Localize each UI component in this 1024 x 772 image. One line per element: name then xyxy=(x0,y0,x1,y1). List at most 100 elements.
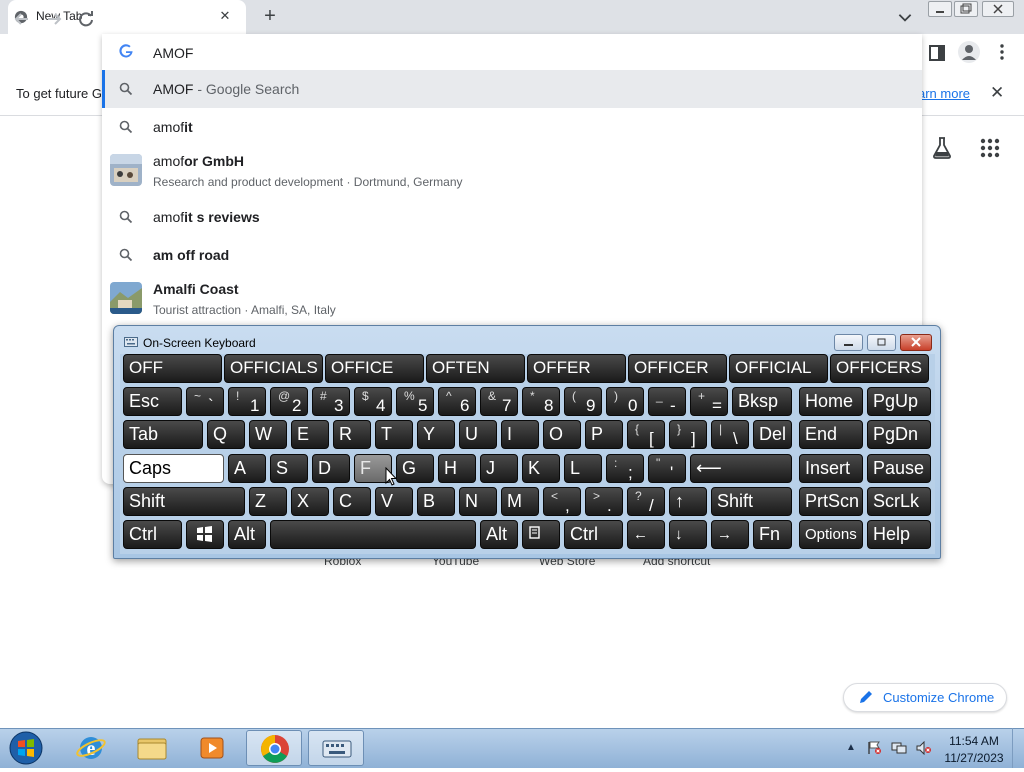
key-c[interactable]: C xyxy=(333,487,371,516)
word-prediction-key[interactable]: OFFICE xyxy=(325,354,424,383)
key-pgup[interactable]: PgUp xyxy=(867,387,931,416)
key-number[interactable]: ^ 6 xyxy=(438,387,476,416)
key-space[interactable] xyxy=(270,520,476,549)
word-prediction-key[interactable]: OFFICIALS xyxy=(224,354,323,383)
key-options[interactable]: Options xyxy=(799,520,863,549)
volume-muted-icon[interactable] xyxy=(916,741,932,755)
key-print-screen[interactable]: PrtScn xyxy=(799,487,863,516)
key-x[interactable]: X xyxy=(291,487,329,516)
new-tab-button[interactable]: + xyxy=(258,5,282,29)
key-number[interactable]: (9 xyxy=(564,387,602,416)
word-prediction-key[interactable]: OFTEN xyxy=(426,354,525,383)
osk-restore-button[interactable] xyxy=(867,334,896,351)
key-number[interactable]: #3 xyxy=(312,387,350,416)
key-number[interactable]: + = xyxy=(690,387,728,416)
taskbar-internet-explorer[interactable]: e xyxy=(63,730,119,766)
key-semicolon[interactable]: :; xyxy=(606,454,644,483)
key-help[interactable]: Help xyxy=(867,520,931,549)
taskbar-chrome[interactable] xyxy=(246,730,302,766)
start-button-windows-orb-icon[interactable] xyxy=(6,730,46,766)
key-backslash[interactable]: | \ xyxy=(711,420,749,449)
tab-search-chevron-icon[interactable] xyxy=(896,8,914,26)
word-prediction-key[interactable]: OFFICIAL xyxy=(729,354,828,383)
key-ctrl-right[interactable]: Ctrl xyxy=(564,520,623,549)
key-windows[interactable] xyxy=(186,520,224,549)
taskbar-on-screen-keyboard[interactable] xyxy=(308,730,364,766)
omnibox-input[interactable] xyxy=(153,44,653,62)
key-e[interactable]: E xyxy=(291,420,329,449)
key-pgdn[interactable]: PgDn xyxy=(867,420,931,449)
learn-more-link[interactable]: arn more xyxy=(918,86,970,101)
key-number[interactable]: ! 1 xyxy=(228,387,266,416)
key-number[interactable]: ) 0 xyxy=(606,387,644,416)
key-shift-left[interactable]: Shift xyxy=(123,487,245,516)
show-desktop-button[interactable] xyxy=(1012,728,1024,768)
key-arrow-left[interactable]: ← xyxy=(627,520,665,549)
side-panel-icon[interactable] xyxy=(928,44,946,62)
key-backspace[interactable]: Bksp xyxy=(732,387,792,416)
clock-time[interactable]: 11:54 AM xyxy=(946,734,1002,748)
key-j[interactable]: J xyxy=(480,454,518,483)
clock-date[interactable]: 11/27/2023 xyxy=(942,751,1006,765)
taskbar-file-explorer[interactable] xyxy=(124,730,180,766)
key-quote[interactable]: " ' xyxy=(648,454,686,483)
key-a[interactable]: A xyxy=(228,454,266,483)
window-minimize-button[interactable] xyxy=(928,1,952,17)
taskbar-media-player[interactable] xyxy=(184,730,240,766)
word-prediction-key[interactable]: OFFER xyxy=(527,354,626,383)
key-right-bracket[interactable]: }] xyxy=(669,420,707,449)
key-alt-right[interactable]: Alt xyxy=(480,520,518,549)
google-apps-grid-icon[interactable] xyxy=(980,138,1000,158)
key-g[interactable]: G xyxy=(396,454,434,483)
key-context-menu[interactable] xyxy=(522,520,560,549)
key-esc[interactable]: Esc xyxy=(123,387,182,416)
tray-overflow-arrow-icon[interactable]: ▲ xyxy=(846,742,856,753)
key-q[interactable]: Q xyxy=(207,420,245,449)
key-caps-lock[interactable]: Caps xyxy=(123,454,224,483)
key-o[interactable]: O xyxy=(543,420,581,449)
key-left-bracket[interactable]: {[ xyxy=(627,420,665,449)
tab-close-icon[interactable]: ✕ xyxy=(216,7,234,25)
key-d[interactable]: D xyxy=(312,454,350,483)
key-tab[interactable]: Tab xyxy=(123,420,203,449)
back-arrow-icon[interactable] xyxy=(11,8,33,30)
key-number[interactable]: @2 xyxy=(270,387,308,416)
key-k[interactable]: K xyxy=(522,454,560,483)
key-number[interactable]: % 5 xyxy=(396,387,434,416)
key-arrow-right[interactable]: → xyxy=(711,520,749,549)
profile-avatar-icon[interactable] xyxy=(958,41,980,63)
key-enter[interactable]: ⟵ xyxy=(690,454,792,483)
key-alt-left[interactable]: Alt xyxy=(228,520,266,549)
network-icon[interactable] xyxy=(891,741,907,755)
suggestion-row[interactable] xyxy=(102,108,922,146)
key-n[interactable]: N xyxy=(459,487,497,516)
osk-minimize-button[interactable] xyxy=(834,334,863,351)
key-number[interactable]: ~ ` xyxy=(186,387,224,416)
action-center-flag-icon[interactable] xyxy=(866,741,882,755)
key-period[interactable]: >. xyxy=(585,487,623,516)
key-arrow-up[interactable]: ↑ xyxy=(669,487,707,516)
osk-close-button[interactable] xyxy=(900,334,932,351)
key-end[interactable]: End xyxy=(799,420,863,449)
key-p[interactable]: P xyxy=(585,420,623,449)
forward-arrow-icon[interactable] xyxy=(43,8,65,30)
word-prediction-key[interactable]: OFFICER xyxy=(628,354,727,383)
key-h[interactable]: H xyxy=(438,454,476,483)
info-bar-close-icon[interactable]: ✕ xyxy=(990,83,1004,103)
key-s[interactable]: S xyxy=(270,454,308,483)
key-insert[interactable]: Insert xyxy=(799,454,863,483)
key-u[interactable]: U xyxy=(459,420,497,449)
kebab-menu-icon[interactable] xyxy=(994,42,1010,62)
window-close-button[interactable] xyxy=(982,1,1014,17)
key-scroll-lock[interactable]: ScrLk xyxy=(867,487,931,516)
key-t[interactable]: T xyxy=(375,420,413,449)
chrome-labs-flask-icon[interactable] xyxy=(930,136,954,160)
word-prediction-key[interactable]: OFFICERS xyxy=(830,354,929,383)
key-home[interactable]: Home xyxy=(799,387,863,416)
key-slash[interactable]: ? / xyxy=(627,487,665,516)
key-m[interactable]: M xyxy=(501,487,539,516)
key-comma[interactable]: <, xyxy=(543,487,581,516)
reload-icon[interactable] xyxy=(75,8,97,30)
key-pause[interactable]: Pause xyxy=(867,454,931,483)
key-number[interactable]: * 8 xyxy=(522,387,560,416)
